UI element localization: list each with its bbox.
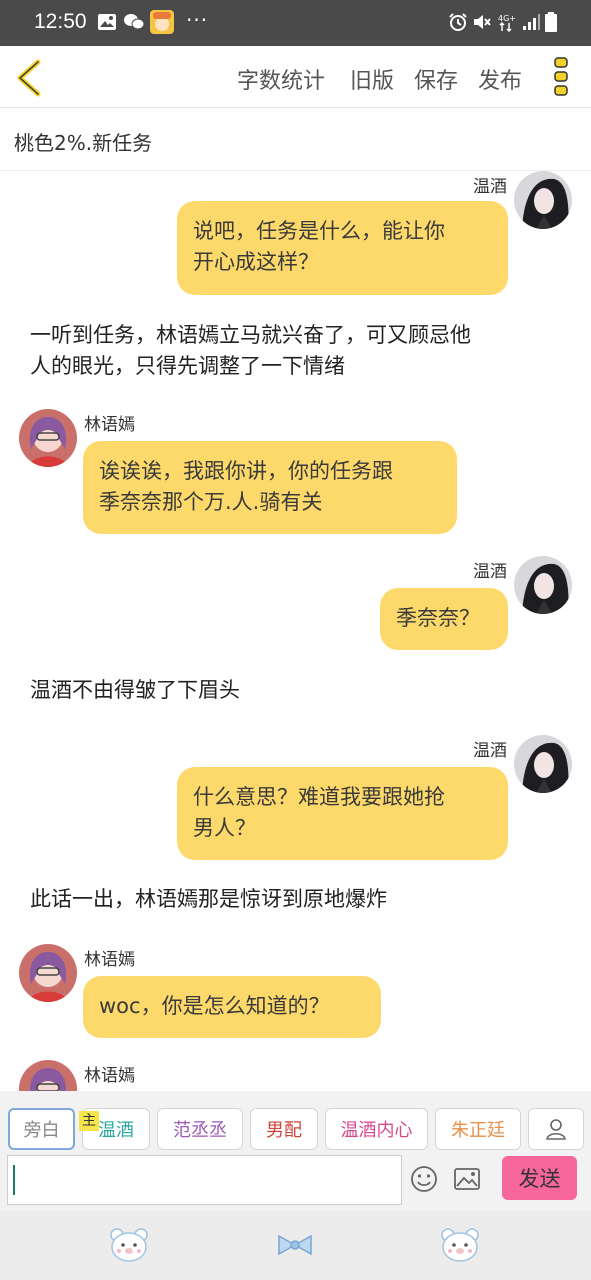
avatar-wenjiu[interactable] <box>514 171 572 229</box>
speaker-name: 林语嫣 <box>84 950 135 970</box>
bubble-line: 开心成这样？ <box>193 250 319 274</box>
chat-bubble[interactable]: 说吧，任务是什么，能让你 开心成这样？ <box>177 201 508 295</box>
old-version-button[interactable]: 旧版 <box>350 63 394 95</box>
speaker-name: 温酒 <box>473 177 507 197</box>
network-label: 4G+ <box>498 14 516 23</box>
chat-bubble[interactable]: woc，你是怎么知道的？ <box>83 976 381 1038</box>
story-title-bar: 桃色2%.新任务 <box>0 109 591 171</box>
app-avatar-icon <box>150 10 174 34</box>
emoji-icon[interactable] <box>409 1164 439 1194</box>
save-button[interactable]: 保存 <box>414 63 458 95</box>
image-icon[interactable] <box>453 1166 481 1192</box>
composer: 发送 <box>0 1151 591 1211</box>
avatar-linyuyan[interactable] <box>19 1060 77 1091</box>
wechat-icon <box>123 12 145 32</box>
role-chip-male-support[interactable]: 男配 <box>250 1108 318 1150</box>
speaker-name: 林语嫣 <box>84 415 135 435</box>
send-button[interactable]: 发送 <box>502 1156 577 1200</box>
text-caret <box>13 1165 15 1195</box>
role-chip-fanchengcheng[interactable]: 范丞丞 <box>157 1108 243 1150</box>
word-count-button[interactable]: 字数统计 <box>237 63 325 95</box>
story-title[interactable]: 桃色2%.新任务 <box>14 127 152 156</box>
network-4g-icon: 4G+ <box>497 12 517 33</box>
narration-line: 一听到任务，林语嫣立马就兴奋了，可又顾忌他 <box>30 323 471 347</box>
avatar-wenjiu[interactable] <box>514 556 572 614</box>
signal-icon <box>521 12 541 32</box>
narration-line: 此话一出，林语嫣那是惊讶到原地爆炸 <box>30 887 387 911</box>
bubble-line: woc，你是怎么知道的？ <box>99 994 330 1018</box>
narration-text[interactable]: 此话一出，林语嫣那是惊讶到原地爆炸 <box>30 884 560 915</box>
role-chip-narrator[interactable]: 旁白 <box>8 1108 75 1150</box>
more-vertical-icon[interactable] <box>552 56 570 98</box>
bottom-navigation <box>0 1211 591 1280</box>
bubble-line: 季奈奈？ <box>396 606 480 630</box>
speaker-name: 温酒 <box>473 562 507 582</box>
bubble-line: 说吧，任务是什么，能让你 <box>193 219 445 243</box>
chevron-left-icon[interactable] <box>12 58 46 98</box>
status-bar: 12:50 ··· 4G+ <box>0 0 591 46</box>
status-time: 12:50 <box>34 10 87 33</box>
message-input[interactable] <box>7 1155 402 1205</box>
bear-icon[interactable] <box>109 1227 149 1263</box>
avatar-linyuyan[interactable] <box>19 944 77 1002</box>
chat-bubble[interactable]: 什么意思？难道我要跟她抢 男人？ <box>177 767 508 860</box>
alarm-icon <box>448 12 468 32</box>
speaker-name: 温酒 <box>473 741 507 761</box>
editor-toolbar: 字数统计 旧版 保存 发布 <box>0 46 591 108</box>
bubble-line: 季奈奈那个万.人.骑有关 <box>99 490 323 514</box>
mute-icon <box>472 12 492 32</box>
role-chip-wenjiu-inner[interactable]: 温酒内心 <box>325 1108 428 1150</box>
chat-area[interactable]: 温酒 说吧，任务是什么，能让你 开心成这样？ 一听到任务，林语嫣立马就兴奋了，可… <box>0 171 591 1091</box>
narration-line: 人的眼光，只得先调整了一下情绪 <box>30 354 345 378</box>
person-icon[interactable] <box>528 1108 584 1150</box>
battery-icon <box>544 12 558 32</box>
gallery-icon <box>97 12 117 32</box>
bear-icon[interactable] <box>440 1227 480 1263</box>
main-role-badge: 主 <box>79 1111 99 1131</box>
bubble-line: 男人？ <box>193 816 256 840</box>
bow-icon[interactable] <box>275 1227 315 1263</box>
narration-line: 温酒不由得皱了下眉头 <box>30 678 240 702</box>
narration-text[interactable]: 温酒不由得皱了下眉头 <box>30 675 560 706</box>
avatar-wenjiu[interactable] <box>514 735 572 793</box>
chat-bubble[interactable]: 诶诶诶，我跟你讲，你的任务跟 季奈奈那个万.人.骑有关 <box>83 441 457 534</box>
narration-text[interactable]: 一听到任务，林语嫣立马就兴奋了，可又顾忌他 人的眼光，只得先调整了一下情绪 <box>30 320 560 382</box>
publish-button[interactable]: 发布 <box>478 63 522 95</box>
chat-bubble[interactable]: 季奈奈？ <box>380 588 508 650</box>
status-more-dots: ··· <box>186 8 209 32</box>
role-chip-zhuzhengting[interactable]: 朱正廷 <box>435 1108 521 1150</box>
speaker-name: 林语嫣 <box>84 1066 135 1086</box>
bubble-line: 什么意思？难道我要跟她抢 <box>193 785 445 809</box>
bubble-line: 诶诶诶，我跟你讲，你的任务跟 <box>99 459 393 483</box>
avatar-linyuyan[interactable] <box>19 409 77 467</box>
